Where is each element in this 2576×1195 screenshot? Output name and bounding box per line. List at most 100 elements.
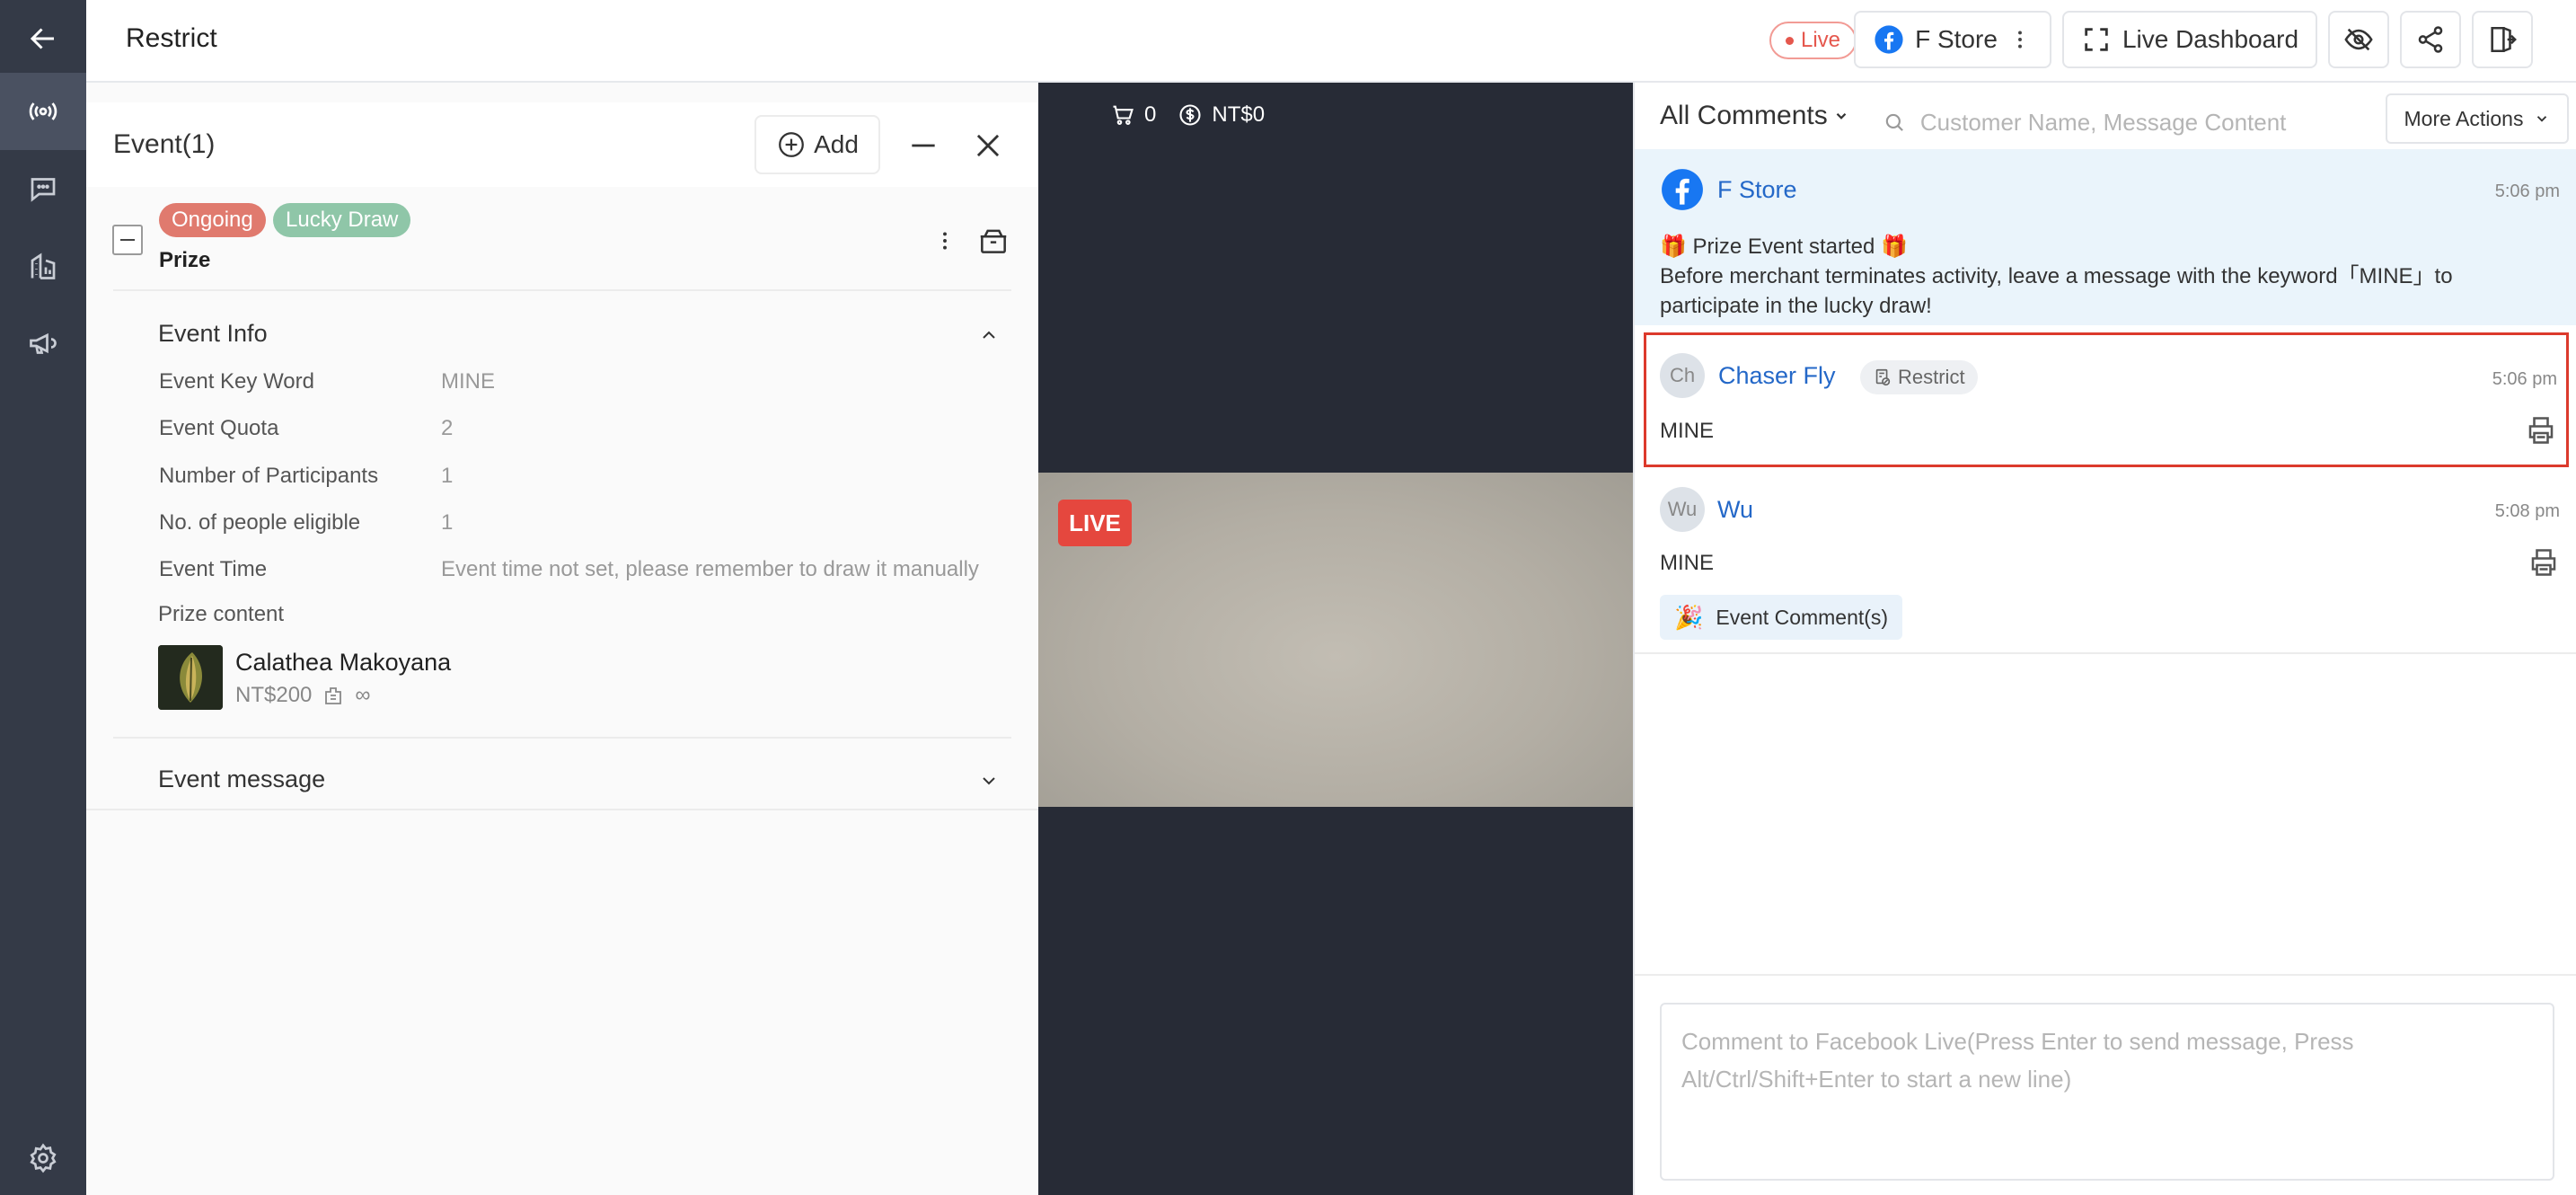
add-event-button[interactable]: Add [754, 115, 880, 174]
video-frame[interactable]: LIVE [1038, 473, 1633, 807]
avatar: Wu [1660, 487, 1705, 532]
type-badge-lucky-draw: Lucky Draw [273, 203, 411, 237]
chevron-down-icon [983, 777, 995, 785]
share-icon [2418, 26, 2443, 53]
nav-marketing[interactable] [0, 305, 86, 382]
share-button[interactable] [2400, 11, 2461, 68]
event-message-expand-button[interactable] [974, 766, 1004, 796]
printer-icon[interactable] [2527, 546, 2560, 579]
comment-time: 5:06 pm [2492, 369, 2557, 389]
comment-item[interactable]: Wu Wu 5:08 pm MINE 🎉 Event Comment(s) [1635, 471, 2576, 654]
more-actions-label: More Actions [2404, 106, 2524, 130]
video-stats: 0 NT$0 [1110, 102, 1265, 128]
comment-text: MINE [1660, 551, 1714, 575]
prize-image[interactable] [158, 645, 223, 710]
comment-search-input[interactable] [1919, 108, 2350, 137]
chevron-up-icon [983, 331, 995, 339]
more-actions-button[interactable]: More Actions [2386, 93, 2569, 144]
leaf-image-icon [158, 645, 223, 710]
comment-filter-dropdown[interactable]: All Comments [1660, 101, 1849, 131]
comments-panel: All Comments More Actions F Store 5:06 p… [1633, 83, 2576, 1195]
cart-icon [1113, 105, 1134, 125]
collapse-event-toggle[interactable] [112, 225, 143, 255]
page-title: Restrict [126, 23, 217, 53]
plus-circle-icon [779, 132, 804, 157]
event-more-button[interactable] [929, 225, 961, 257]
restrict-icon [1875, 368, 1891, 386]
event-comment-label: Event Comment(s) [1716, 605, 1889, 629]
store-name: F Store [1915, 25, 1998, 53]
commenter-name[interactable]: Chaser Fly [1718, 362, 1836, 390]
minimize-button[interactable] [905, 128, 941, 164]
commenter-name[interactable]: Wu [1717, 496, 1753, 524]
comment-item-highlighted[interactable]: Ch Chaser Fly Restrict 5:06 pm MINE [1644, 332, 2569, 467]
exit-door-icon [2491, 26, 2517, 53]
comment-reply-input[interactable] [1662, 1005, 2553, 1179]
live-video-area: 0 NT$0 LIVE [1038, 83, 1633, 1195]
nav-settings[interactable] [0, 1120, 86, 1195]
event-info-collapse-button[interactable] [974, 320, 1004, 350]
comment-time: 5:08 pm [2494, 501, 2560, 521]
info-label: No. of people eligible [159, 510, 361, 535]
facebook-icon [1875, 25, 1903, 54]
live-status-label: Live [1801, 28, 1841, 52]
chat-icon [31, 178, 56, 202]
info-value: 1 [441, 510, 454, 535]
back-button[interactable] [0, 0, 86, 77]
money-icon [1179, 104, 1201, 126]
exit-button[interactable] [2472, 11, 2533, 68]
divider [113, 289, 1011, 291]
event-panel-title: Event(1) [113, 129, 216, 159]
party-popper-icon: 🎉 [1674, 603, 1704, 631]
event-name: Prize [159, 248, 211, 272]
stats-building-icon [31, 252, 56, 279]
gift-box-icon [980, 229, 1007, 253]
prize-price-row: NT$200 ∞ [235, 683, 371, 708]
event-panel: Event(1) Add Ongoing Lucky Draw Prize Ev… [86, 83, 1038, 1195]
live-dashboard-button[interactable]: Live Dashboard [2062, 11, 2317, 68]
commenter-name[interactable]: F Store [1717, 176, 1797, 204]
facebook-icon [1662, 169, 1703, 210]
prize-price: NT$200 [235, 683, 313, 707]
live-status-badge: Live [1769, 22, 1857, 59]
comment-text: 🎁 Prize Event started 🎁 [1660, 235, 1908, 259]
info-label: Event Key Word [159, 369, 314, 394]
live-dot-icon [1786, 36, 1794, 45]
live-dashboard-label: Live Dashboard [2122, 25, 2299, 53]
more-vertical-icon [943, 232, 947, 250]
divider [1635, 974, 2576, 976]
restrict-tag[interactable]: Restrict [1860, 360, 1978, 394]
chevron-down-icon [2537, 116, 2547, 122]
nav-messages[interactable] [0, 150, 86, 227]
nav-stats[interactable] [0, 227, 86, 305]
search-icon [1885, 113, 1903, 131]
toggle-visibility-button[interactable] [2328, 11, 2389, 68]
status-badge-ongoing: Ongoing [159, 203, 266, 237]
comment-time: 5:06 pm [2494, 181, 2560, 201]
close-panel-button[interactable] [970, 128, 1006, 164]
chevron-down-icon [1836, 112, 1847, 120]
cart-count: 0 [1144, 102, 1157, 127]
settings-icon [30, 1143, 57, 1173]
side-nav [0, 0, 86, 1195]
back-arrow-icon [30, 28, 54, 49]
minus-icon [120, 239, 135, 241]
info-label: Number of Participants [159, 464, 379, 488]
close-icon [976, 134, 1000, 157]
info-value: 2 [441, 416, 454, 440]
nav-live[interactable] [0, 73, 86, 150]
store-switcher-button[interactable]: F Store [1854, 11, 2051, 68]
divider [86, 809, 1038, 810]
printer-icon[interactable] [2525, 414, 2557, 447]
event-message-title: Event message [158, 766, 326, 792]
info-value: 1 [441, 464, 454, 488]
comment-filter-label: All Comments [1660, 101, 1828, 130]
warehouse-icon [325, 687, 342, 704]
info-label: Event Time [159, 557, 268, 581]
live-broadcast-icon [29, 102, 57, 120]
avatar: Ch [1660, 353, 1705, 398]
event-comment-chip[interactable]: 🎉 Event Comment(s) [1660, 595, 1903, 640]
comment-item[interactable]: F Store 5:06 pm 🎁 Prize Event started 🎁 … [1635, 149, 2576, 325]
info-value: Event time not set, please remember to d… [441, 557, 979, 581]
gift-box-button[interactable] [975, 223, 1011, 259]
